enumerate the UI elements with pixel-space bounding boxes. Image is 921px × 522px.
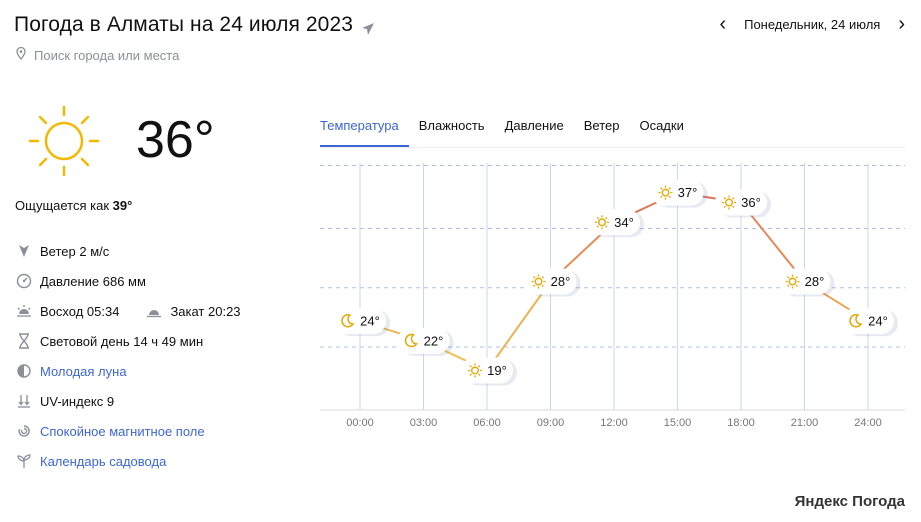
x-tick-label: 21:00 [791,417,819,429]
data-label: 19° [487,363,507,378]
data-label: 24° [868,314,888,329]
brand-logo: Яндекс Погода [794,493,905,510]
data-label: 36° [741,195,761,210]
x-tick-label: 12:00 [600,417,628,429]
x-tick-label: 18:00 [727,417,755,429]
data-label: 34° [614,215,634,230]
data-label: 28° [551,274,571,289]
temperature-chart: 00:00 03:00 06:00 09:00 12:00 15:00 18:00 21:00… [320,163,905,429]
x-tick-label: 03:00 [410,417,438,429]
data-label: 37° [678,185,698,200]
x-tick-label: 09:00 [537,417,565,429]
data-label: 24° [360,314,380,329]
data-label: 22° [424,333,444,348]
x-tick-label: 00:00 [346,417,374,429]
x-tick-label: 24:00 [854,417,882,429]
data-label: 28° [805,274,825,289]
x-tick-label: 06:00 [473,417,501,429]
x-tick-label: 15:00 [664,417,692,429]
